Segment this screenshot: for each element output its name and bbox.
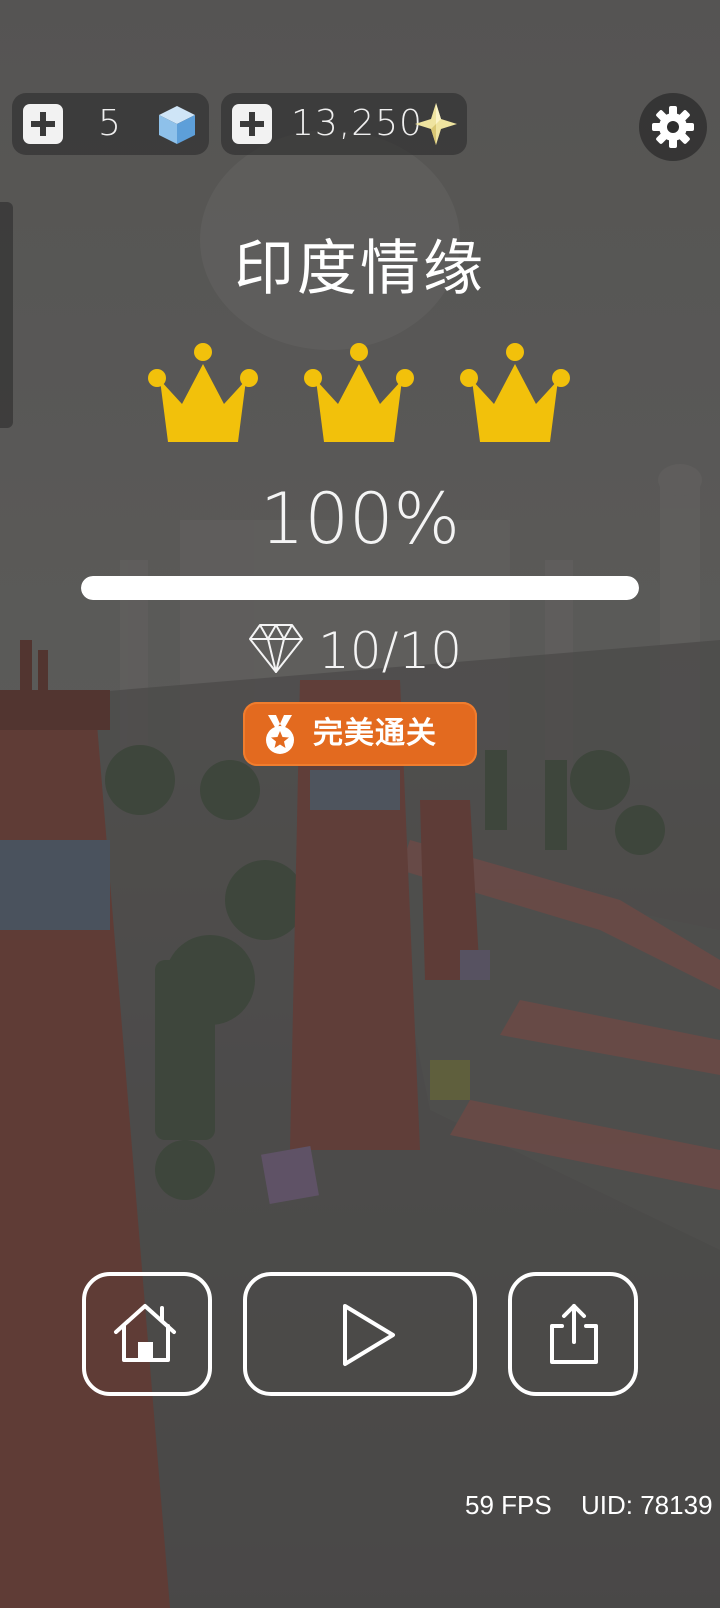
cube-currency-pill: 5 xyxy=(12,93,209,155)
star-currency-pill: 13,250 xyxy=(221,93,467,155)
crown-icon xyxy=(148,343,258,442)
gold-star-icon xyxy=(415,103,457,145)
share-button[interactable] xyxy=(508,1272,638,1396)
blue-cube-icon xyxy=(159,106,195,144)
plus-icon xyxy=(31,112,55,136)
star-count: 13,250 xyxy=(291,103,423,144)
level-title: 印度情缘 xyxy=(234,234,486,304)
home-button[interactable] xyxy=(82,1272,212,1396)
cube-count: 5 xyxy=(98,103,122,144)
medal-icon xyxy=(266,715,294,754)
plus-icon xyxy=(240,112,264,136)
share-icon xyxy=(550,1304,598,1364)
add-stars-button[interactable] xyxy=(232,104,272,144)
crown-icon xyxy=(304,343,414,442)
completion-progress-fill xyxy=(81,576,639,600)
crown-icon xyxy=(460,343,570,442)
fps-counter: 59 FPS xyxy=(465,1490,552,1520)
home-icon xyxy=(114,1304,176,1362)
completion-percent: 100% xyxy=(259,478,461,560)
gear-icon xyxy=(652,106,694,148)
diamond-icon xyxy=(249,624,303,673)
gems-collected: 10/10 xyxy=(318,622,463,680)
user-id: UID: 78139 xyxy=(581,1490,713,1520)
completion-progress-bar xyxy=(81,576,639,600)
add-cubes-button[interactable] xyxy=(23,104,63,144)
perfect-clear-label: 完美通关 xyxy=(313,716,437,751)
play-icon xyxy=(343,1304,395,1366)
settings-button[interactable] xyxy=(639,93,707,161)
perfect-clear-badge: 完美通关 xyxy=(243,702,477,766)
replay-button[interactable] xyxy=(243,1272,477,1396)
